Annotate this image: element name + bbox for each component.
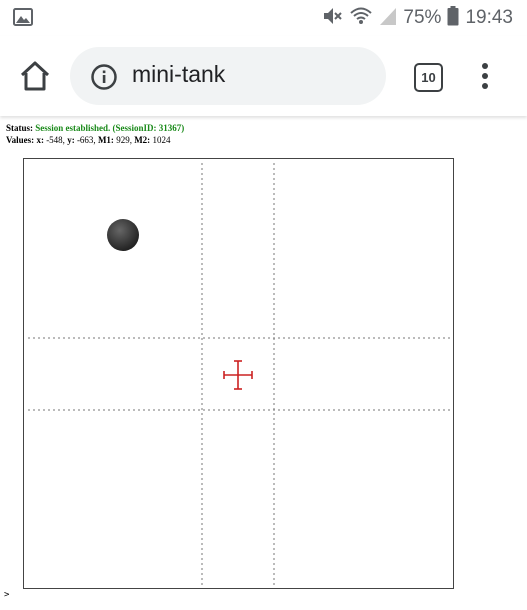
values-line: Values: x: -548, y: -663, M1: 929, M2: 1…: [6, 135, 170, 145]
battery-percent: 75%: [403, 7, 442, 28]
x-label: x:: [36, 135, 44, 145]
m2-label: M2:: [134, 135, 151, 145]
image-notification-icon: [13, 8, 33, 26]
m1-value: 929,: [116, 135, 132, 145]
mute-icon: [321, 5, 343, 32]
tab-switcher-button[interactable]: 10: [414, 63, 443, 92]
joystick-pad[interactable]: [23, 158, 454, 589]
status-icons: 75% 19:43: [321, 5, 513, 31]
browser-toolbar: mini-tank 10: [0, 36, 527, 116]
home-icon[interactable]: [16, 58, 54, 94]
status-line: Status: Session established. (SessionID:…: [6, 123, 184, 133]
status-label: Status:: [6, 123, 34, 133]
m1-label: M1:: [97, 135, 114, 145]
center-crosshair-icon: [223, 360, 253, 390]
console-prompt: >: [4, 590, 10, 600]
values-label: Values:: [6, 135, 35, 145]
status-bar: 75% 19:43: [0, 0, 527, 36]
signal-icon: [379, 6, 397, 31]
info-icon[interactable]: [90, 63, 118, 91]
wifi-icon: [349, 5, 373, 32]
status-message: Session established. (SessionID: 31367): [35, 123, 185, 133]
m2-value: 1024: [152, 135, 171, 145]
address-bar[interactable]: mini-tank: [70, 47, 386, 105]
battery-icon: [447, 5, 459, 31]
y-label: y:: [67, 135, 75, 145]
tab-count: 10: [421, 70, 436, 85]
joystick-knob: [107, 219, 139, 251]
url-text[interactable]: mini-tank: [132, 61, 225, 88]
menu-icon[interactable]: [477, 62, 493, 90]
y-value: -663,: [76, 135, 96, 145]
x-value: -548,: [46, 135, 65, 145]
page-content: Status: Session established. (SessionID:…: [0, 116, 527, 610]
clock: 19:43: [465, 7, 513, 28]
